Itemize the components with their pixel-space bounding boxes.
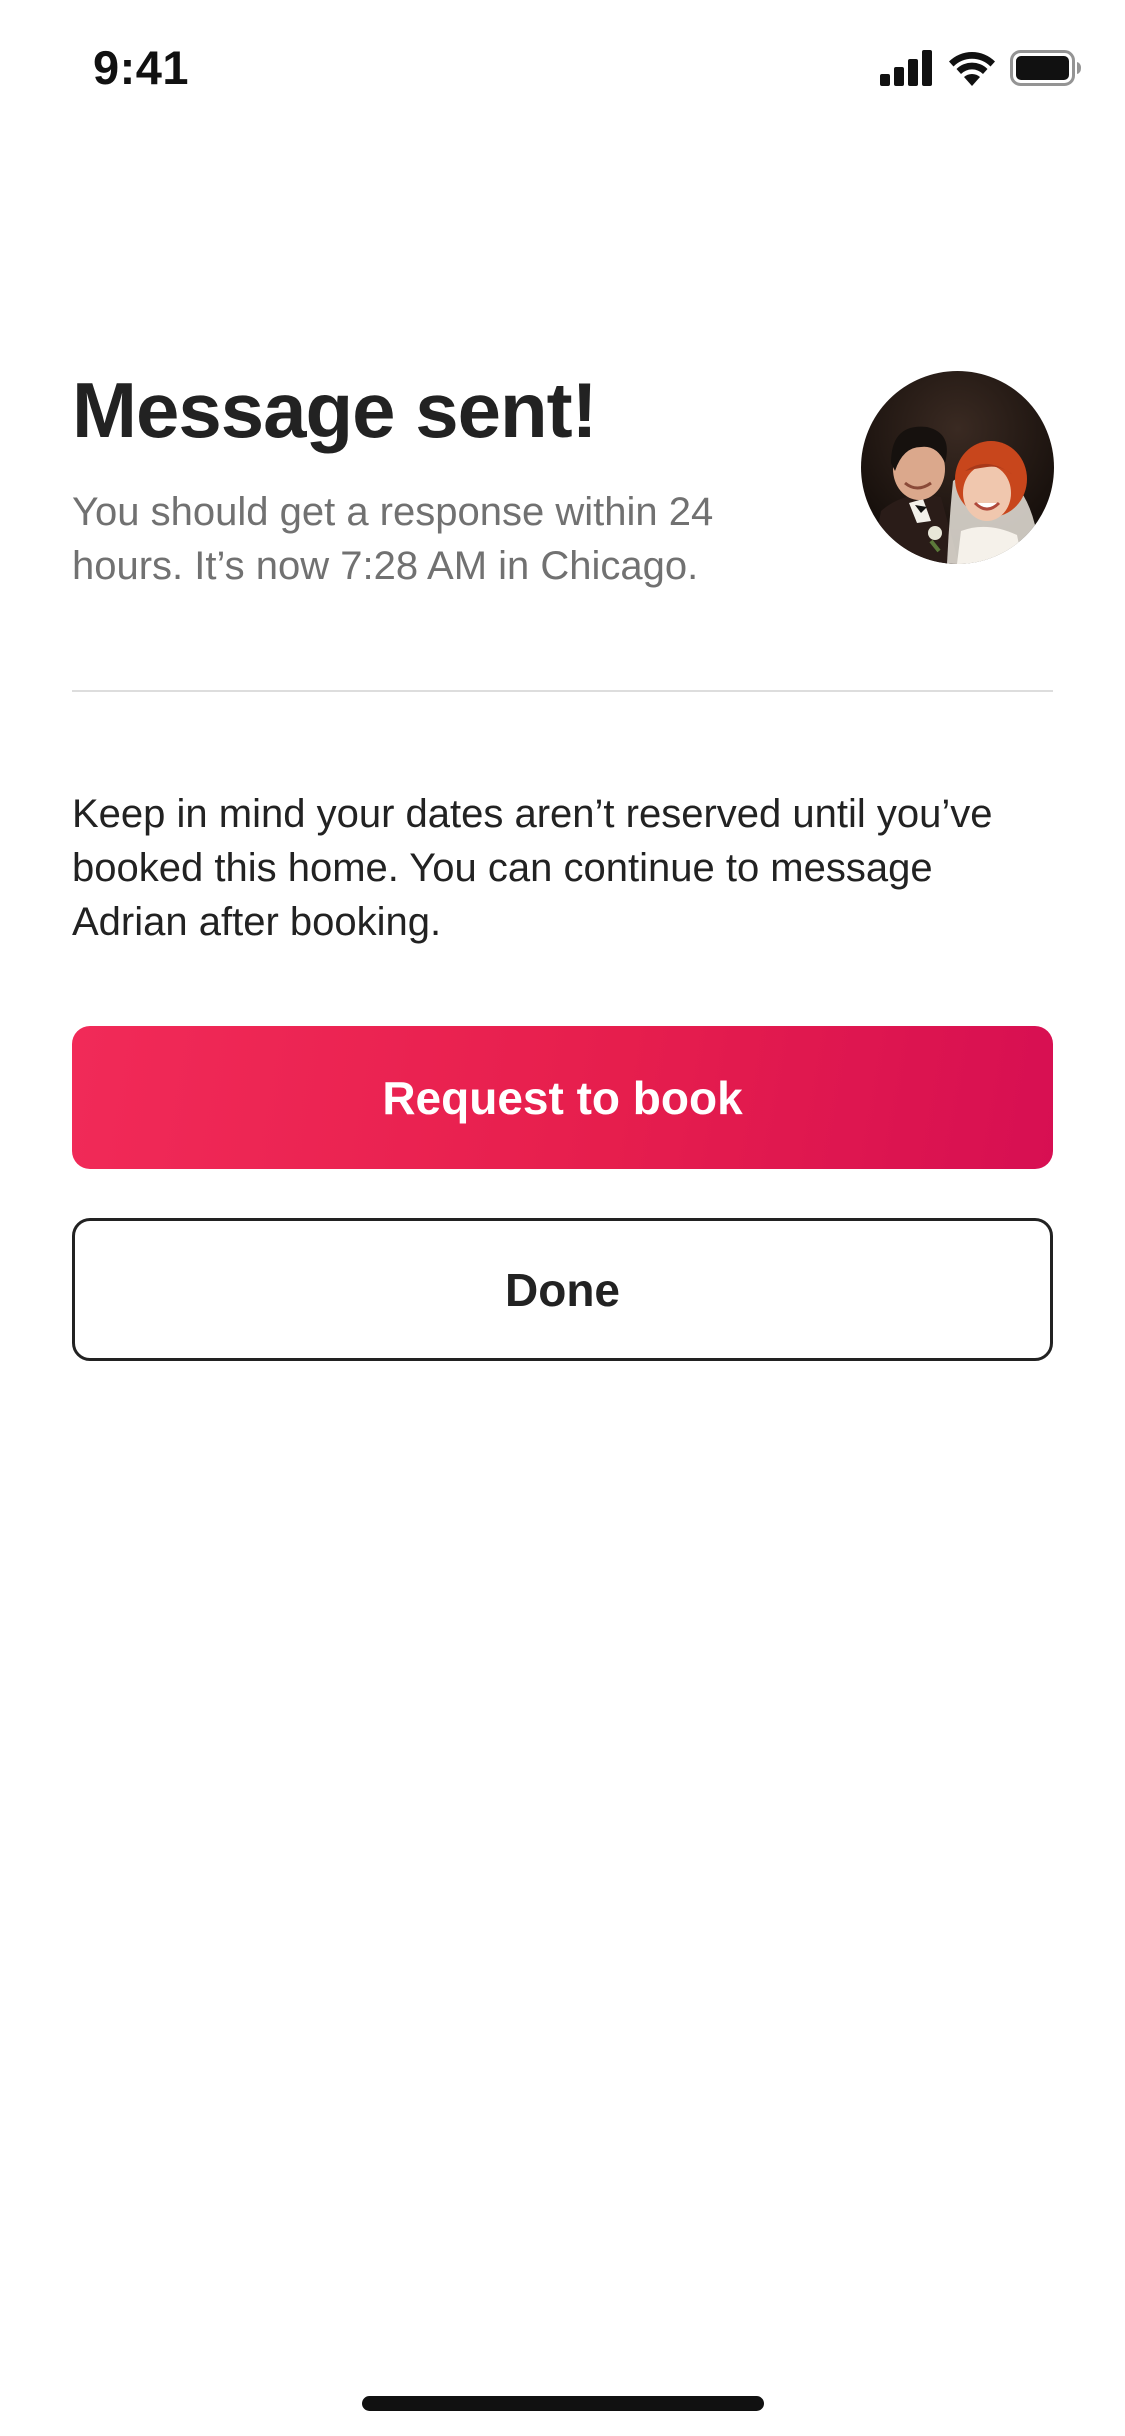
response-time-subtitle: You should get a response within 24 hour… — [72, 490, 714, 588]
request-to-book-button[interactable]: Request to book — [72, 1026, 1053, 1169]
host-avatar-photo — [861, 371, 1054, 564]
home-indicator[interactable] — [362, 2396, 764, 2411]
host-avatar — [861, 371, 1054, 564]
status-time: 9:41 — [93, 41, 190, 94]
page-title: Message sent! — [72, 366, 598, 454]
section-divider — [72, 690, 1053, 692]
cellular-signal-icon — [880, 50, 932, 86]
status-bar: 9:41 — [0, 0, 1125, 132]
wifi-icon — [949, 51, 995, 86]
booking-notice: Keep in mind your dates aren’t reserved … — [72, 792, 993, 944]
done-button[interactable]: Done — [72, 1218, 1053, 1361]
battery-icon — [1010, 50, 1081, 86]
